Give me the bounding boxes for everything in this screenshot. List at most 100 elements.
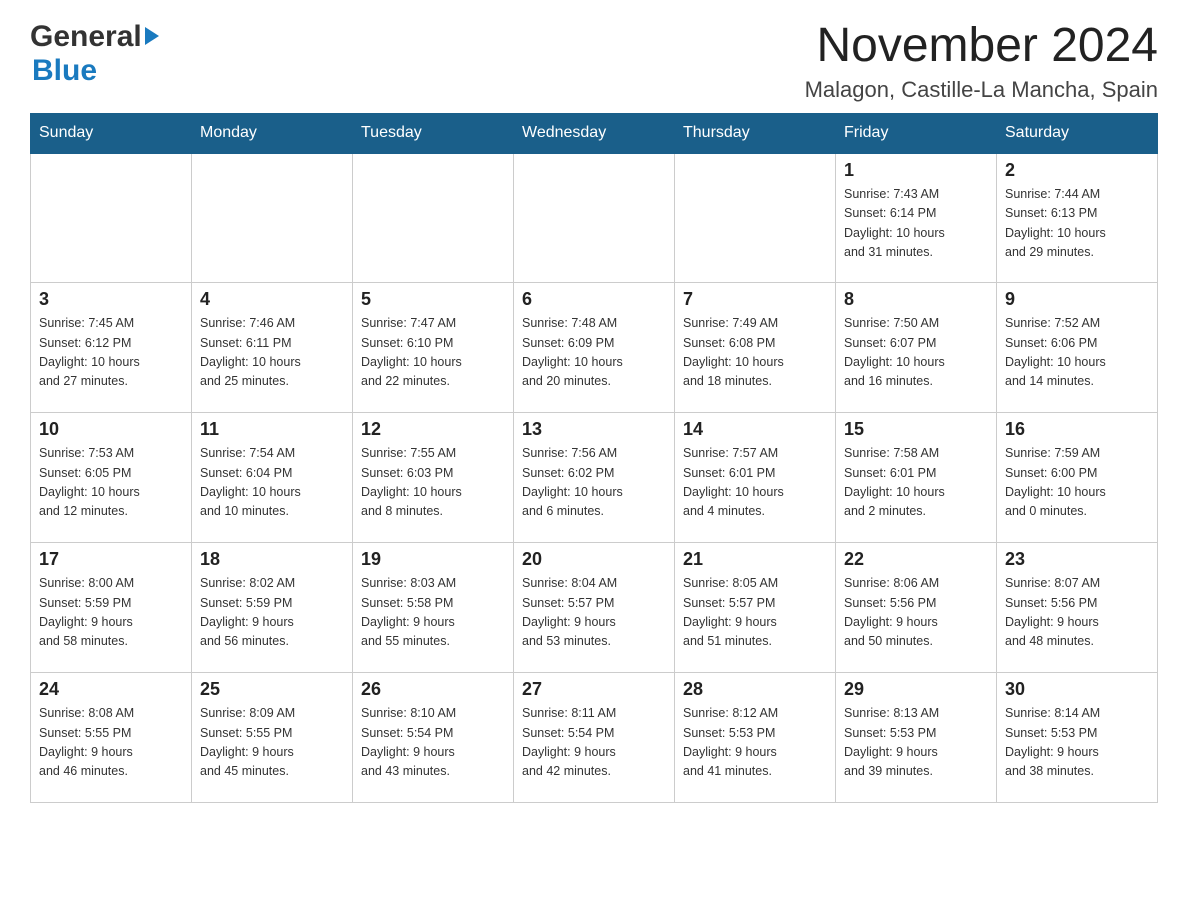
location: Malagon, Castille-La Mancha, Spain [805,77,1158,103]
day-info: Sunrise: 8:11 AM Sunset: 5:54 PM Dayligh… [522,704,666,782]
calendar-cell: 11 Sunrise: 7:54 AM Sunset: 6:04 PM Dayli… [192,413,353,543]
calendar-cell: 8 Sunrise: 7:50 AM Sunset: 6:07 PM Daylig… [836,283,997,413]
day-number: 20 [522,549,666,570]
calendar-cell: 21Sunrise: 8:05 AM Sunset: 5:57 PM Dayli… [675,543,836,673]
day-info: Sunrise: 7:58 AM Sunset: 6:01 PM Dayligh… [844,444,988,522]
calendar-cell: 4 Sunrise: 7:46 AM Sunset: 6:11 PM Daylig… [192,283,353,413]
day-info: Sunrise: 8:12 AM Sunset: 5:53 PM Dayligh… [683,704,827,782]
day-number: 24 [39,679,183,700]
day-number: 19 [361,549,505,570]
calendar-cell: 19 Sunrise: 8:03 AM Sunset: 5:58 PM Dayli… [353,543,514,673]
day-info: Sunrise: 7:52 AM Sunset: 6:06 PM Dayligh… [1005,314,1149,392]
day-info: Sunrise: 7:57 AM Sunset: 6:01 PM Dayligh… [683,444,827,522]
calendar-cell [192,153,353,283]
day-info: Sunrise: 7:50 AM Sunset: 6:07 PM Dayligh… [844,314,988,392]
calendar-cell: 17Sunrise: 8:00 AM Sunset: 5:59 PM Dayli… [31,543,192,673]
day-info: Sunrise: 7:46 AM Sunset: 6:11 PM Dayligh… [200,314,344,392]
day-number: 15 [844,419,988,440]
calendar-cell [31,153,192,283]
day-info: Sunrise: 7:59 AM Sunset: 6:00 PM Dayligh… [1005,444,1149,522]
day-info: Sunrise: 7:56 AM Sunset: 6:02 PM Dayligh… [522,444,666,522]
calendar-cell [353,153,514,283]
month-title: November 2024 [805,20,1158,73]
day-info: Sunrise: 8:00 AM Sunset: 5:59 PM Dayligh… [39,574,183,652]
calendar-cell: 23 Sunrise: 8:07 AM Sunset: 5:56 PM Dayli… [997,543,1158,673]
day-info: Sunrise: 8:09 AM Sunset: 5:55 PM Dayligh… [200,704,344,782]
day-number: 5 [361,289,505,310]
day-info: Sunrise: 8:08 AM Sunset: 5:55 PM Dayligh… [39,704,183,782]
calendar-cell: 13 Sunrise: 7:56 AM Sunset: 6:02 PM Dayli… [514,413,675,543]
day-info: Sunrise: 7:53 AM Sunset: 6:05 PM Dayligh… [39,444,183,522]
calendar-cell: 28 Sunrise: 8:12 AM Sunset: 5:53 PM Dayli… [675,673,836,803]
day-number: 6 [522,289,666,310]
day-info: Sunrise: 8:02 AM Sunset: 5:59 PM Dayligh… [200,574,344,652]
calendar-cell: 10 Sunrise: 7:53 AM Sunset: 6:05 PM Dayli… [31,413,192,543]
day-number: 7 [683,289,827,310]
calendar-cell: 2 Sunrise: 7:44 AM Sunset: 6:13 PM Daylig… [997,153,1158,283]
day-number: 13 [522,419,666,440]
day-number: 9 [1005,289,1149,310]
day-info: Sunrise: 8:06 AM Sunset: 5:56 PM Dayligh… [844,574,988,652]
logo-triangle-icon [145,27,159,45]
calendar-week-row: 10 Sunrise: 7:53 AM Sunset: 6:05 PM Dayli… [31,413,1158,543]
calendar-cell: 5 Sunrise: 7:47 AM Sunset: 6:10 PM Daylig… [353,283,514,413]
day-info: Sunrise: 7:43 AM Sunset: 6:14 PM Dayligh… [844,185,988,263]
day-number: 3 [39,289,183,310]
calendar-cell: 20 Sunrise: 8:04 AM Sunset: 5:57 PM Dayli… [514,543,675,673]
day-info: Sunrise: 7:47 AM Sunset: 6:10 PM Dayligh… [361,314,505,392]
calendar-cell: 18 Sunrise: 8:02 AM Sunset: 5:59 PM Dayli… [192,543,353,673]
logo-blue-text: Blue [30,54,97,88]
day-number: 29 [844,679,988,700]
day-info: Sunrise: 7:49 AM Sunset: 6:08 PM Dayligh… [683,314,827,392]
logo-general-text: General [30,20,142,54]
day-number: 25 [200,679,344,700]
weekday-header-saturday: Saturday [997,113,1158,153]
weekday-header-friday: Friday [836,113,997,153]
calendar-cell: 30Sunrise: 8:14 AM Sunset: 5:53 PM Dayli… [997,673,1158,803]
calendar-cell: 22 Sunrise: 8:06 AM Sunset: 5:56 PM Dayli… [836,543,997,673]
calendar-cell: 14Sunrise: 7:57 AM Sunset: 6:01 PM Dayli… [675,413,836,543]
header: General Blue November 2024 Malagon, Cast… [30,20,1158,103]
weekday-header-wednesday: Wednesday [514,113,675,153]
day-number: 27 [522,679,666,700]
day-number: 8 [844,289,988,310]
day-number: 26 [361,679,505,700]
day-number: 23 [1005,549,1149,570]
day-info: Sunrise: 8:04 AM Sunset: 5:57 PM Dayligh… [522,574,666,652]
title-area: November 2024 Malagon, Castille-La Manch… [805,20,1158,103]
calendar-cell: 6 Sunrise: 7:48 AM Sunset: 6:09 PM Daylig… [514,283,675,413]
calendar-week-row: 24 Sunrise: 8:08 AM Sunset: 5:55 PM Dayli… [31,673,1158,803]
day-number: 18 [200,549,344,570]
calendar-cell [675,153,836,283]
day-number: 11 [200,419,344,440]
day-info: Sunrise: 8:10 AM Sunset: 5:54 PM Dayligh… [361,704,505,782]
day-number: 10 [39,419,183,440]
day-number: 2 [1005,160,1149,181]
day-info: Sunrise: 7:48 AM Sunset: 6:09 PM Dayligh… [522,314,666,392]
day-info: Sunrise: 8:03 AM Sunset: 5:58 PM Dayligh… [361,574,505,652]
calendar-cell: 25 Sunrise: 8:09 AM Sunset: 5:55 PM Dayli… [192,673,353,803]
day-info: Sunrise: 7:55 AM Sunset: 6:03 PM Dayligh… [361,444,505,522]
calendar-cell: 12 Sunrise: 7:55 AM Sunset: 6:03 PM Dayli… [353,413,514,543]
calendar-week-row: 1 Sunrise: 7:43 AM Sunset: 6:14 PM Daylig… [31,153,1158,283]
day-number: 28 [683,679,827,700]
day-number: 12 [361,419,505,440]
calendar-cell: 29Sunrise: 8:13 AM Sunset: 5:53 PM Dayli… [836,673,997,803]
day-number: 30 [1005,679,1149,700]
calendar-week-row: 17Sunrise: 8:00 AM Sunset: 5:59 PM Dayli… [31,543,1158,673]
calendar-cell: 3Sunrise: 7:45 AM Sunset: 6:12 PM Daylig… [31,283,192,413]
weekday-header-thursday: Thursday [675,113,836,153]
day-number: 21 [683,549,827,570]
calendar-table: SundayMondayTuesdayWednesdayThursdayFrid… [30,113,1158,804]
weekday-header-row: SundayMondayTuesdayWednesdayThursdayFrid… [31,113,1158,153]
day-number: 22 [844,549,988,570]
calendar-cell: 9 Sunrise: 7:52 AM Sunset: 6:06 PM Daylig… [997,283,1158,413]
weekday-header-sunday: Sunday [31,113,192,153]
day-info: Sunrise: 7:44 AM Sunset: 6:13 PM Dayligh… [1005,185,1149,263]
calendar-cell [514,153,675,283]
day-number: 1 [844,160,988,181]
day-info: Sunrise: 8:07 AM Sunset: 5:56 PM Dayligh… [1005,574,1149,652]
day-info: Sunrise: 7:54 AM Sunset: 6:04 PM Dayligh… [200,444,344,522]
day-number: 4 [200,289,344,310]
calendar-cell: 16Sunrise: 7:59 AM Sunset: 6:00 PM Dayli… [997,413,1158,543]
